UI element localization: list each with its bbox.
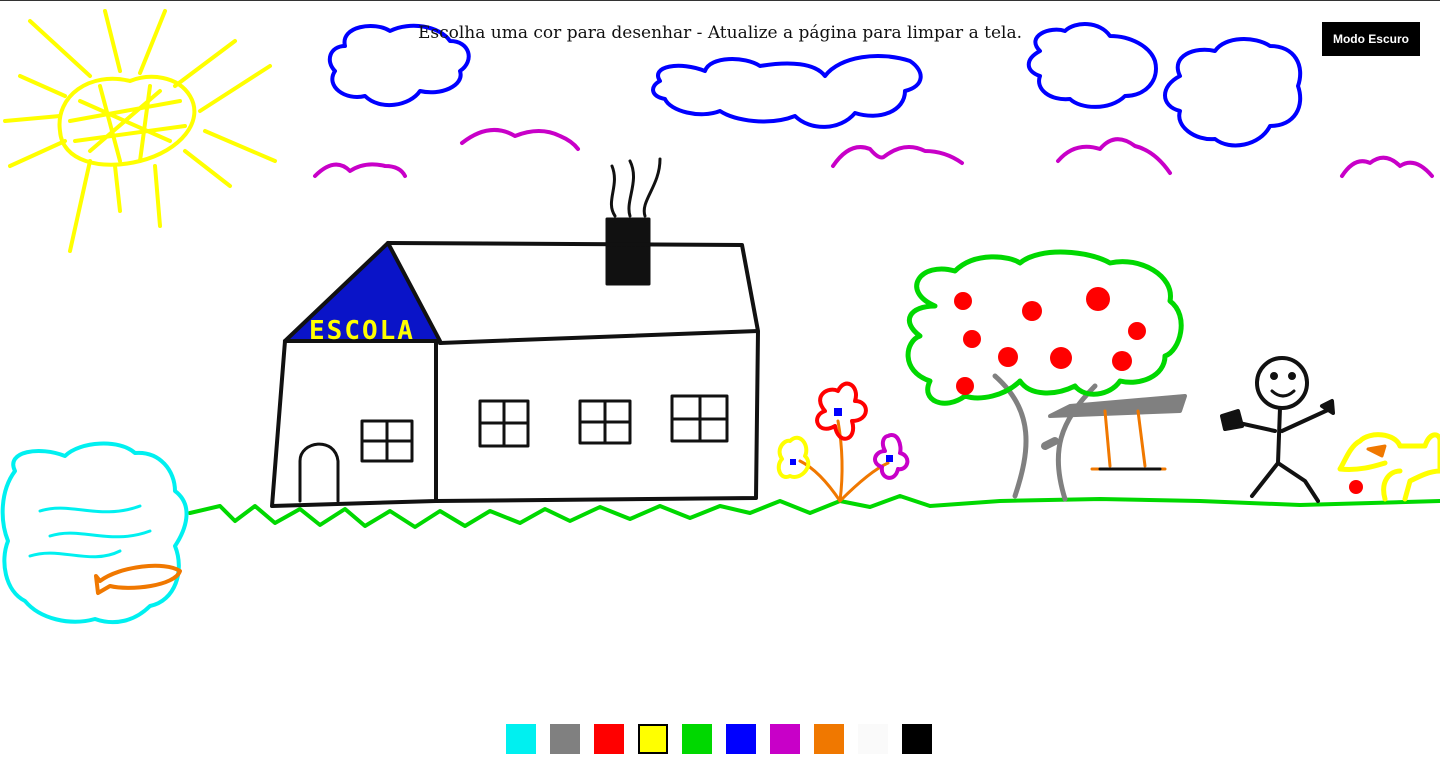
color-swatch-cyan[interactable] [506, 724, 536, 754]
color-swatch-gray[interactable] [550, 724, 580, 754]
pond-drawing [0, 441, 189, 625]
color-swatch-green[interactable] [682, 724, 712, 754]
tree-drawing [905, 249, 1187, 502]
stick-person-drawing [1220, 356, 1335, 503]
flowers-drawing [776, 381, 910, 503]
color-swatch-yellow[interactable] [638, 724, 668, 754]
color-swatch-red[interactable] [594, 724, 624, 754]
dog-drawing [1337, 432, 1440, 502]
roof-label: ESCOLA [309, 316, 415, 346]
color-swatch-black[interactable] [902, 724, 932, 754]
color-swatch-orange[interactable] [814, 724, 844, 754]
color-swatch-magenta[interactable] [770, 724, 800, 754]
birds-drawing [313, 127, 1434, 178]
instruction-text: Escolha uma cor para desenhar - Atualize… [417, 23, 1022, 43]
sun-drawing [3, 9, 277, 253]
color-palette [506, 724, 932, 754]
color-swatch-blue[interactable] [726, 724, 756, 754]
grass-drawing [188, 494, 1440, 529]
drawing-canvas[interactable]: ESCOLA [0, 1, 1440, 701]
dark-mode-button[interactable]: Modo Escuro [1322, 22, 1420, 56]
color-swatch-white[interactable] [858, 724, 888, 754]
